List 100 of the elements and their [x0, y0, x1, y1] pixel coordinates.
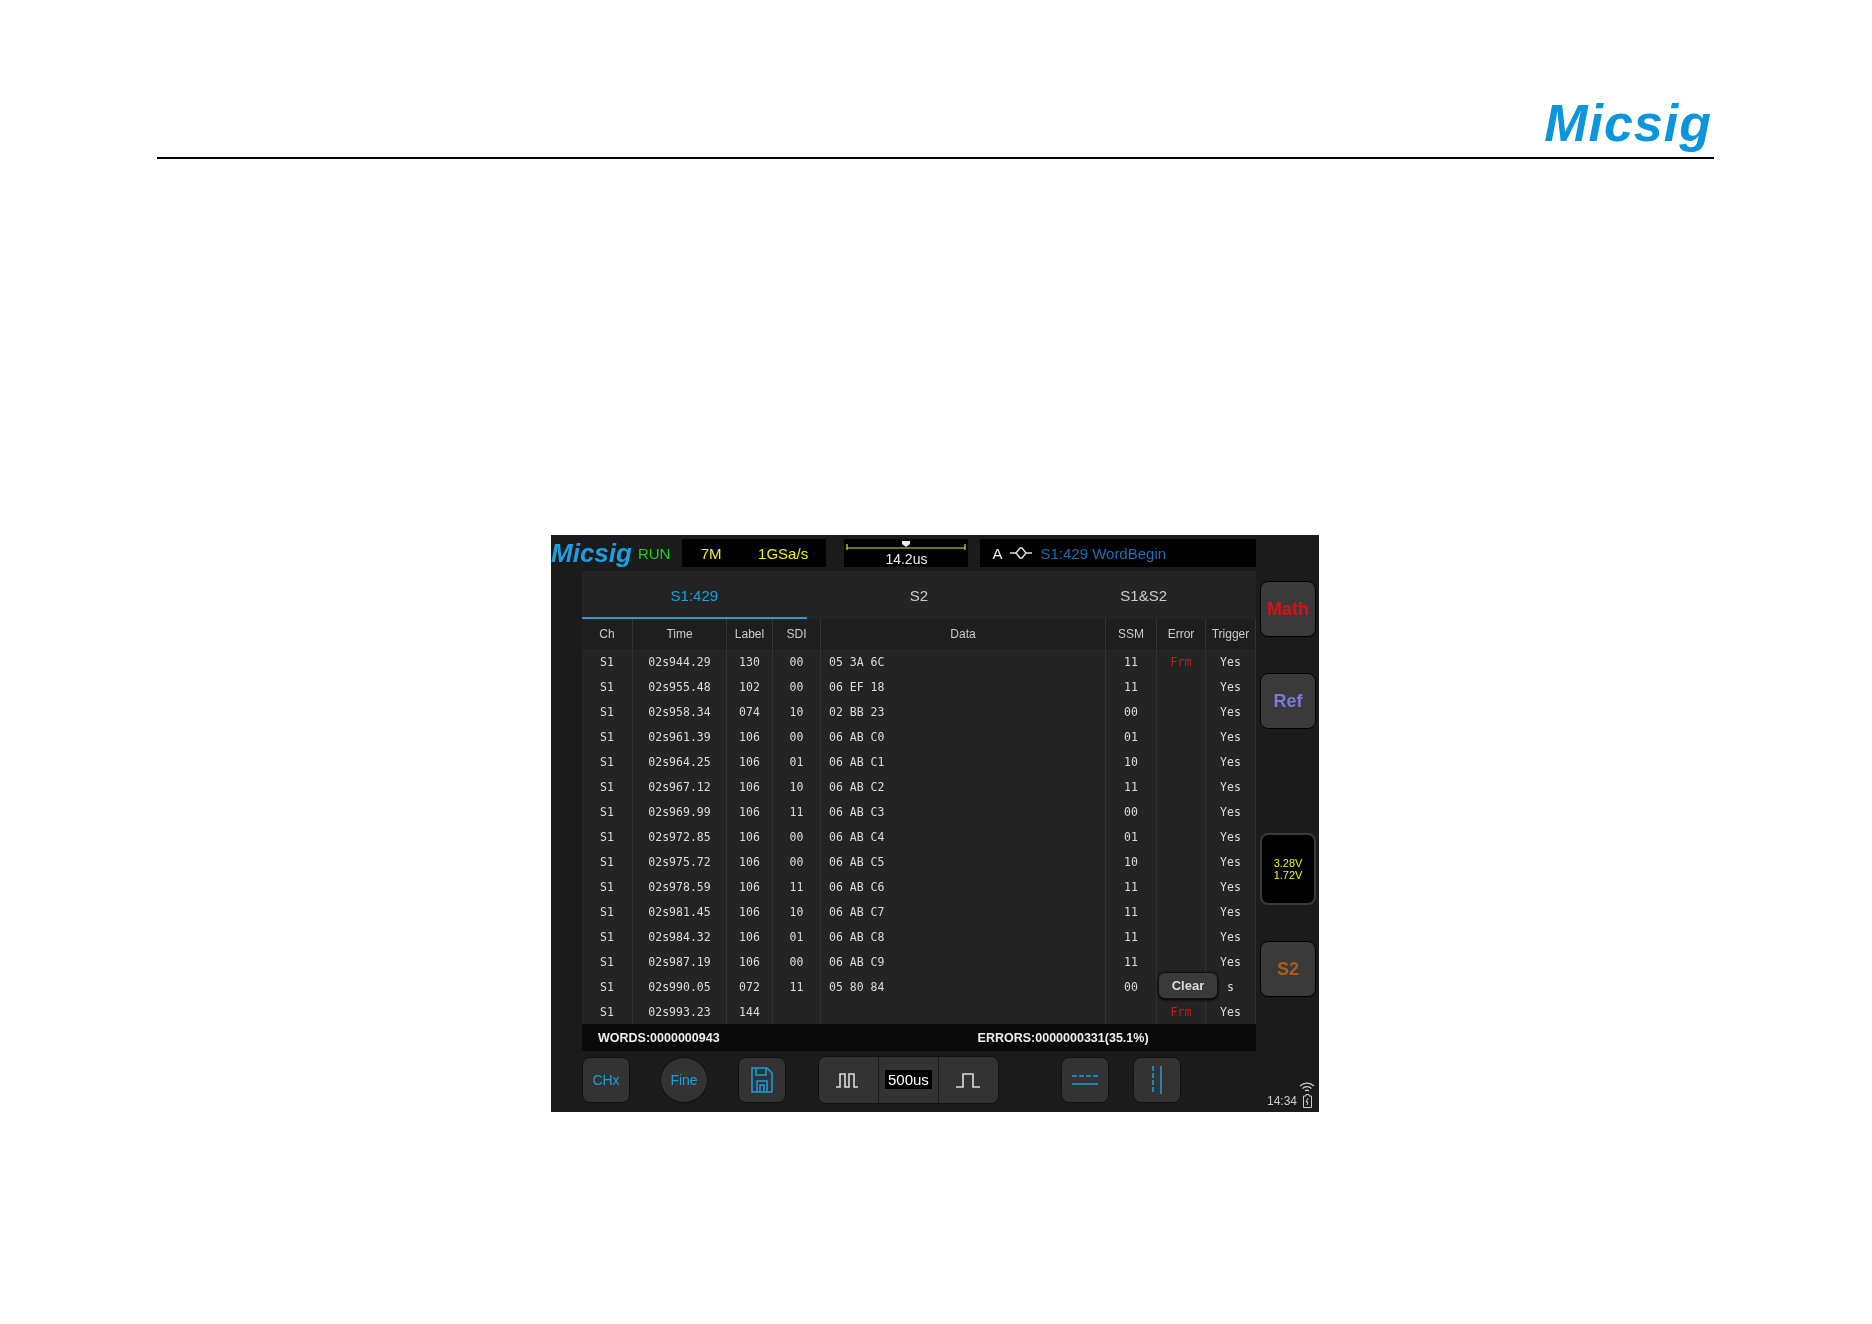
table-cell: Yes	[1220, 854, 1241, 869]
table-cell: S1	[600, 679, 614, 694]
table-cell: 106	[739, 954, 760, 969]
table-cell: 102	[739, 679, 760, 694]
table-cell: 072	[739, 979, 760, 994]
table-cell: 01	[1124, 729, 1138, 744]
error-count: ERRORS:0000000331(35.1%)	[977, 1030, 1149, 1045]
table-cell: 106	[739, 854, 760, 869]
clock: 14:34	[1266, 1094, 1297, 1108]
table-cell: 06 AB C6	[829, 879, 885, 894]
table-cell: 02s969.99	[648, 804, 711, 819]
table-cell: S1	[600, 979, 614, 994]
trigger-panel[interactable]: A S1:429 WordBegin	[980, 539, 1257, 567]
table-cell: 00	[789, 954, 804, 969]
measurement-value: 3.28V	[1273, 857, 1303, 869]
measurement-panel[interactable]: 3.28V 1.72V	[1260, 833, 1316, 905]
table-cell: 02s984.32	[648, 929, 711, 944]
table-cell: S1	[600, 879, 614, 894]
table-cell: 106	[739, 879, 760, 894]
clear-button[interactable]: Clear	[1158, 972, 1218, 999]
table-cell: 06 AB C3	[829, 804, 885, 819]
table-cell: S1	[600, 779, 614, 794]
table-cell: 02s993.23	[648, 1004, 711, 1019]
table-cell: 06 EF 18	[829, 679, 885, 694]
table-cell: Frm	[1170, 1004, 1192, 1019]
tab[interactable]: S1:429	[582, 571, 807, 619]
table-cell: 106	[739, 929, 760, 944]
table-cell: S1	[600, 829, 614, 844]
table-cell: 106	[739, 829, 760, 844]
table-cell: 11	[1124, 954, 1138, 969]
table-cell: 06 AB C7	[829, 904, 885, 919]
table-cell: 00	[789, 854, 804, 869]
table-cell: 10	[789, 904, 804, 919]
save-button[interactable]	[738, 1056, 786, 1103]
table-cell: 05 3A 6C	[829, 654, 885, 669]
table-cell: S1	[600, 954, 614, 969]
table-cell: s	[1227, 979, 1234, 994]
tab[interactable]: S1&S2	[1031, 571, 1256, 619]
table-cell: 06 AB C1	[829, 754, 885, 769]
channel-select-button[interactable]: CHx	[582, 1056, 630, 1103]
table-cell: S1	[600, 1004, 614, 1019]
table-cell: S1	[600, 804, 614, 819]
table-cell: 106	[739, 779, 760, 794]
table-cell: 02s955.48	[648, 679, 711, 694]
table-cell: 02s990.05	[648, 979, 711, 994]
table-cell: S1	[600, 929, 614, 944]
acquisition-panel[interactable]: 7M 1GSa/s	[682, 539, 827, 567]
column-header: Ch	[582, 619, 633, 649]
column-header: Error	[1157, 619, 1206, 649]
vertical-cursor-button[interactable]	[1132, 1056, 1181, 1103]
table-cell: 11	[789, 804, 804, 819]
table-cell: Yes	[1220, 904, 1241, 919]
table-cell: 11	[789, 979, 804, 994]
table-cell: 02s987.19	[648, 954, 711, 969]
table-cell: 106	[739, 754, 760, 769]
word-count: WORDS:0000000943	[598, 1030, 720, 1045]
table-cell: 106	[739, 804, 760, 819]
table-cell: 06 AB C9	[829, 954, 885, 969]
table-cell: 10	[789, 704, 804, 719]
table-cell: 11	[1124, 654, 1138, 669]
timebase-panel[interactable]: 14.2us	[844, 539, 969, 567]
table-cell: 02s967.12	[648, 779, 711, 794]
pulse-icon	[954, 1071, 983, 1088]
table-cell: 00	[1124, 979, 1138, 994]
sample-rate: 1GSa/s	[758, 544, 809, 562]
table-cell: 02s964.25	[648, 754, 711, 769]
table-cell: S1	[600, 904, 614, 919]
table-cell: S1	[600, 729, 614, 744]
table-cell: S1	[600, 854, 614, 869]
table-cell: Yes	[1220, 954, 1241, 969]
zoom-in-button[interactable]	[937, 1056, 998, 1103]
table-cell: 01	[1124, 829, 1138, 844]
table-cell: 11	[1124, 679, 1138, 694]
table-cell: Yes	[1220, 729, 1241, 744]
table-cell: 02s972.85	[648, 829, 711, 844]
table-cell: S1	[600, 704, 614, 719]
table-cell: 144	[739, 1004, 760, 1019]
table-cell: 10	[1124, 754, 1138, 769]
trigger-info: S1:429 WordBegin	[1040, 544, 1167, 562]
trigger-time: 14.2us	[885, 551, 928, 567]
run-status[interactable]: RUN	[637, 544, 671, 562]
fine-button[interactable]: Fine	[660, 1056, 708, 1103]
wifi-icon	[1299, 1082, 1315, 1093]
zoom-out-button[interactable]	[819, 1056, 879, 1103]
table-cell: Yes	[1220, 804, 1241, 819]
table-cell: 02s978.59	[648, 879, 711, 894]
table-cell: Yes	[1220, 929, 1241, 944]
table-cell: 00	[789, 829, 804, 844]
table-cell: 10	[789, 779, 804, 794]
table-cell: 02s981.45	[648, 904, 711, 919]
table-cell: 11	[789, 879, 804, 894]
table-cell: 00	[1124, 704, 1138, 719]
table-cell: Frm	[1170, 654, 1192, 669]
column-header: SSM	[1106, 619, 1157, 649]
tab[interactable]: S2	[806, 571, 1032, 619]
trigger-position-icon	[846, 541, 967, 551]
horizontal-cursor-button[interactable]	[1060, 1056, 1109, 1103]
column-header: Trigger	[1206, 619, 1256, 649]
memory-depth: 7M	[700, 544, 722, 562]
table-cell: Yes	[1220, 1004, 1241, 1019]
